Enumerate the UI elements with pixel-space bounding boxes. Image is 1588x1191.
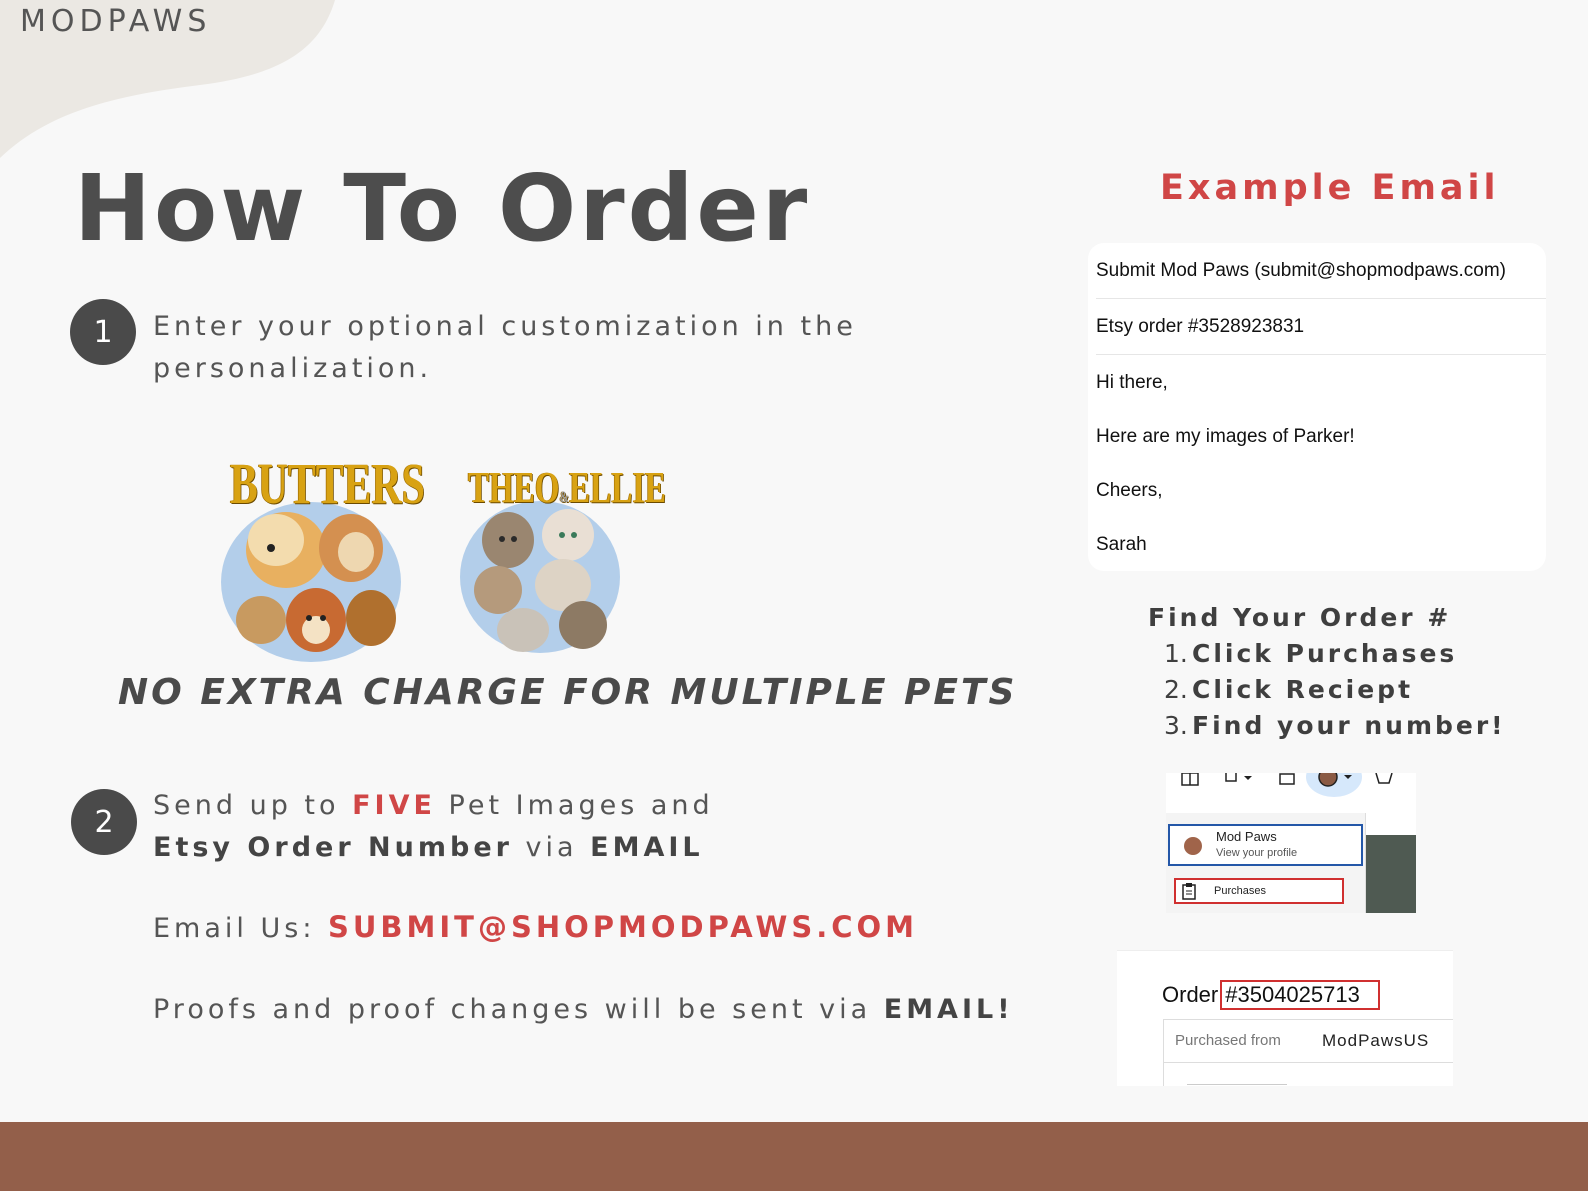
pet-card-1-name: BUTTERS [230,451,425,516]
step-1-line-2: personalization. [153,353,433,384]
pet-card-2-name-left: THEO [468,463,560,512]
submit-email-link[interactable]: SUBMIT@SHOPMODPAWS.COM [328,910,918,944]
find-order-heading: Find Your Order # [1148,603,1452,632]
step-2-line-1: Send up to FIVE Pet Images and [153,785,714,827]
order-number-highlight: #3504025713 [1220,980,1380,1010]
background-photo [1366,835,1416,913]
etsy-order-number-label: Etsy Order Number [153,832,513,863]
profile-avatar [1184,837,1202,855]
box-edge [1187,1084,1287,1085]
find-step-text: Click Purchases [1192,639,1458,668]
email-subject-row: Etsy order #3528923831 [1096,299,1546,355]
purchases-menu-item[interactable]: Purchases [1174,878,1344,904]
email-us-line: Email Us: SUBMIT@SHOPMODPAWS.COM [153,910,918,944]
purchased-from-box: Purchased from ModPawsUS [1163,1019,1453,1063]
brand-logo: MODPAWS [20,4,212,39]
step-1-line-1: Enter your optional customization in the [153,311,857,342]
box-edge [1163,1063,1164,1086]
email-us-label: Email Us: [153,913,328,944]
example-email-card: Submit Mod Paws (submit@shopmodpaws.com)… [1088,243,1546,571]
email-word: EMAIL [590,832,704,863]
email-body-line: Sarah [1096,517,1546,573]
email-to-row: Submit Mod Paws (submit@shopmodpaws.com) [1096,243,1546,299]
email-sender-name: Sarah [1096,534,1147,555]
shop-name-link[interactable]: ModPawsUS [1322,1031,1429,1051]
order-label: Order [1162,982,1219,1007]
five-highlight: FIVE [352,790,436,821]
pet-card-2-name-right: ELLIE [569,463,666,512]
find-step-number: 1. [1164,639,1188,668]
step-2-line-1-suffix: Pet Images and [435,790,714,821]
etsy-toolbar-icons [1181,773,1393,797]
step-2-badge: 2 [71,789,137,855]
order-heading: Order #3504025713 [1162,980,1380,1010]
find-step-number: 2. [1164,675,1188,704]
proofs-email-bold: EMAIL! [883,994,1014,1025]
profile-name: Mod Paws [1216,829,1277,844]
find-step-text: Find your number! [1192,711,1506,740]
etsy-order-receipt-screenshot: Order #3504025713 Purchased from ModPawsU… [1117,950,1453,1086]
pet-collage-cats [460,501,620,653]
find-order-step: 2. Click Reciept [1164,672,1506,708]
no-extra-charge-note: NO EXTRA CHARGE FOR MULTIPLE PETS [118,672,1018,713]
find-step-number: 3. [1164,711,1188,740]
find-order-step: 1. Click Purchases [1164,636,1506,672]
etsy-account-menu-screenshot: Mod Paws View your profile Purchases [1166,773,1416,913]
find-order-steps: 1. Click Purchases 2. Click Reciept 3. Find… [1164,636,1506,744]
step-2-number: 2 [94,804,114,840]
email-subject-field: Etsy order #3528923831 [1096,315,1305,337]
step-1-text: Enter your optional customization in the… [153,306,857,390]
email-to-field: Submit Mod Paws (submit@shopmodpaws.com) [1096,259,1506,281]
step-2-text: Send up to FIVE Pet Images and Etsy Orde… [153,785,714,869]
find-step-text: Click Reciept [1192,675,1414,704]
email-body-line: Here are my images of Parker! [1096,409,1546,465]
email-body-line: Hi there, [1096,355,1546,411]
clipboard-icon [1182,883,1196,900]
page-title: How To Order [74,155,811,262]
step-1-badge: 1 [70,299,136,365]
profile-subtext: View your profile [1216,847,1298,859]
example-email-title: Example Email [1160,168,1500,208]
find-order-section: Find Your Order # 1. Click Purchases 2. Cl… [1148,600,1506,744]
email-greeting: Hi there, [1096,372,1168,393]
find-order-step: 3. Find your number! [1164,708,1506,744]
email-signoff: Cheers, [1096,480,1163,501]
proofs-line: Proofs and proof changes will be sent vi… [153,994,1014,1025]
footer-band [0,1122,1588,1191]
step-2-line-2: Etsy Order Number via EMAIL [153,827,714,869]
pet-card-2-name: THEO&ELLIE [468,463,666,512]
email-body-line: Cheers, [1096,463,1546,519]
step-1-number: 1 [93,314,113,350]
purchased-from-label: Purchased from [1175,1032,1281,1049]
email-body-text: Here are my images of Parker! [1096,426,1355,447]
proofs-text: Proofs and proof changes will be sent vi… [153,994,884,1025]
step-2-line-1-prefix: Send up to [153,790,353,821]
step-2-line-2-mid: via [512,832,591,863]
profile-menu-item[interactable]: Mod Paws View your profile [1168,824,1363,866]
purchases-label: Purchases [1214,885,1266,897]
